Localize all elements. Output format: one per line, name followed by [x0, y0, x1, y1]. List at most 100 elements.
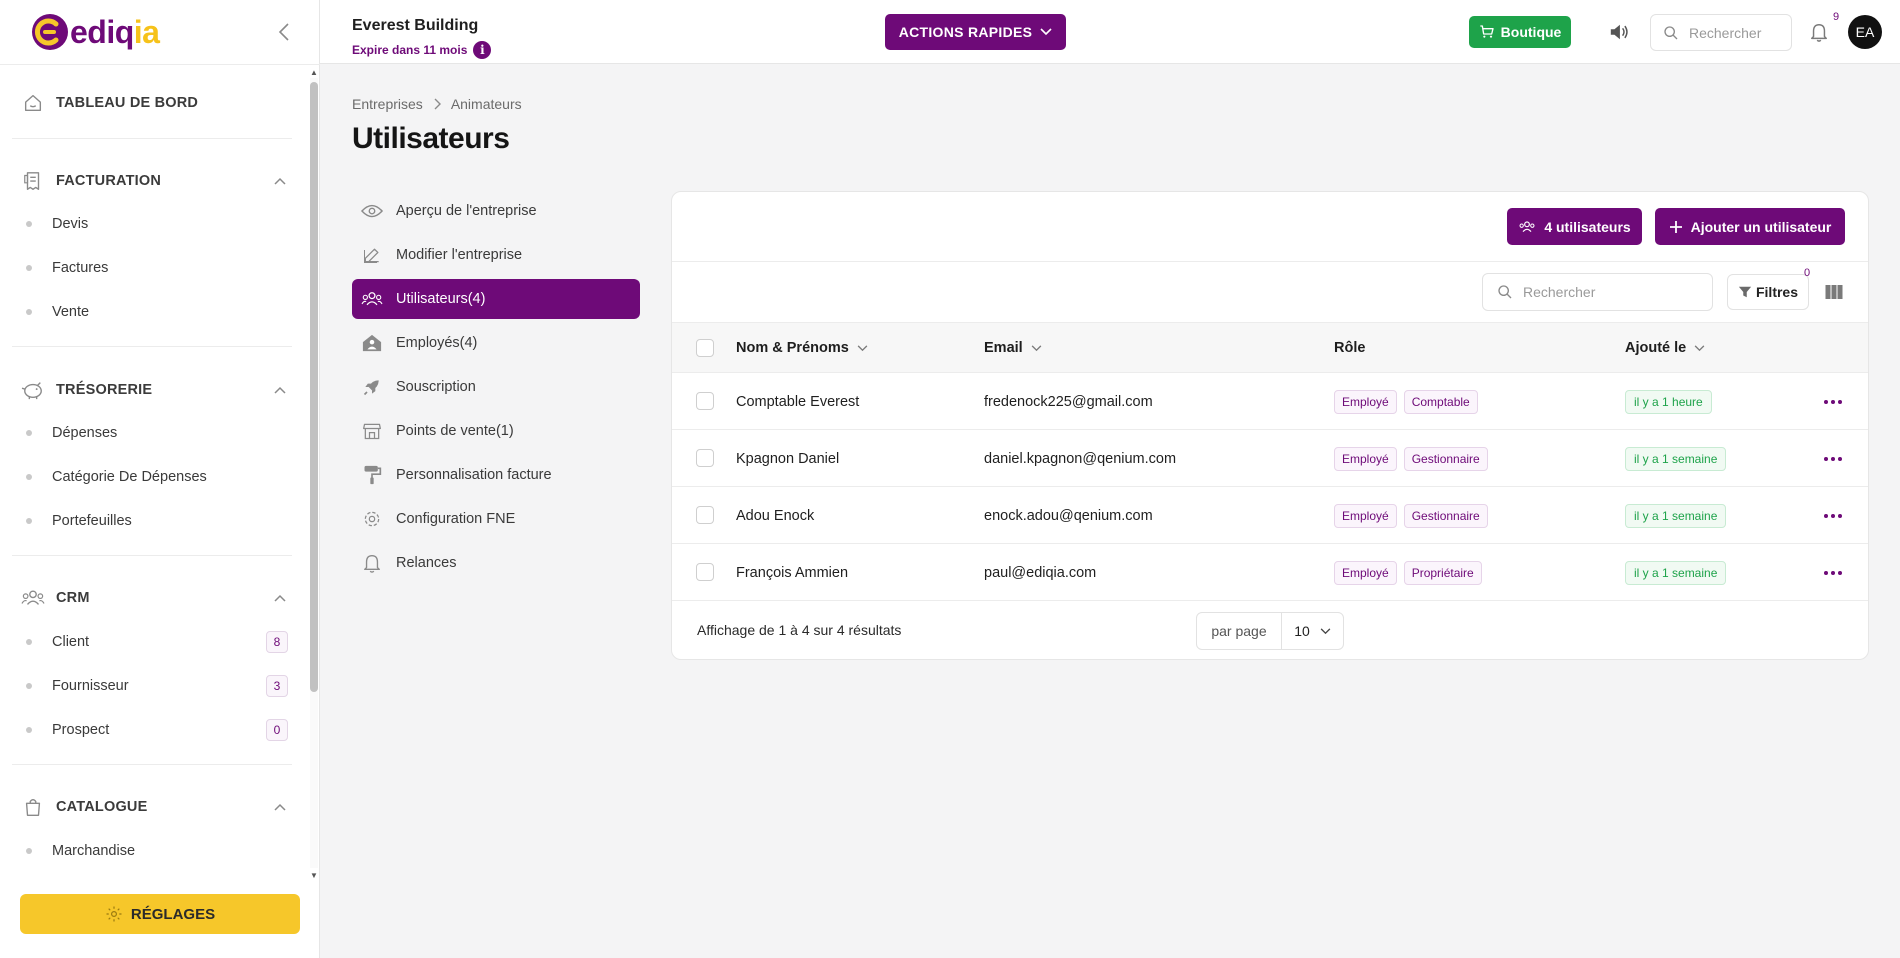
chevron-up-icon[interactable]: [270, 171, 290, 191]
count-badge: 3: [266, 675, 288, 697]
per-page-value: 10: [1294, 623, 1310, 639]
scroll-up-arrow-icon[interactable]: ▲: [308, 66, 320, 78]
edit-icon: [360, 243, 384, 267]
table-row[interactable]: Kpagnon Daniel daniel.kpagnon@qenium.com…: [672, 430, 1868, 487]
user-email: daniel.kpagnon@qenium.com: [984, 450, 1177, 467]
sidebar-item-categorie-depenses[interactable]: Catégorie De Dépenses: [26, 459, 288, 495]
quick-actions-button[interactable]: ACTIONS RAPIDES: [885, 14, 1066, 50]
submenu-apercu[interactable]: Aperçu de l'entreprise: [352, 191, 640, 231]
ediqia-logo[interactable]: ediqia: [30, 10, 160, 54]
sidebar-section-crm[interactable]: CRM: [20, 576, 290, 620]
settings-button[interactable]: RÉGLAGES: [20, 894, 300, 934]
bullet-dot: [26, 727, 32, 733]
info-icon[interactable]: i: [473, 41, 492, 59]
sidebar-item-prospect[interactable]: Prospect 0: [26, 712, 288, 748]
select-all-checkbox[interactable]: [696, 339, 714, 357]
table-search-field[interactable]: [1482, 273, 1713, 311]
top-header: Everest Building Expire dans 11 mois i A…: [320, 0, 1900, 64]
sound-toggle-icon[interactable]: [1607, 20, 1631, 44]
submenu-employes[interactable]: Employés(4): [352, 323, 640, 363]
row-checkbox[interactable]: [696, 506, 714, 524]
row-actions-menu-icon[interactable]: [1822, 393, 1844, 411]
scroll-thumb[interactable]: [310, 82, 318, 692]
users-card: 4 utilisateurs Ajouter un utilisateur Fi…: [671, 191, 1869, 660]
table-search-input[interactable]: [1523, 284, 1703, 300]
user-email: paul@ediqia.com: [984, 564, 1097, 581]
submenu-relances[interactable]: Relances: [352, 543, 640, 583]
submenu-personnalisation[interactable]: Personnalisation facture: [352, 455, 640, 495]
row-checkbox[interactable]: [696, 392, 714, 410]
notifications-bell-icon[interactable]: [1807, 20, 1831, 44]
table-row[interactable]: Comptable Everest fredenock225@gmail.com…: [672, 373, 1868, 430]
per-page-select[interactable]: 10: [1282, 613, 1343, 649]
submenu-modifier[interactable]: Modifier l'entreprise: [352, 235, 640, 275]
row-actions-menu-icon[interactable]: [1822, 507, 1844, 525]
columns-toggle-icon[interactable]: [1824, 282, 1844, 302]
sidebar-section-label: FACTURATION: [56, 173, 162, 189]
submenu-souscription[interactable]: Souscription: [352, 367, 640, 407]
sidebar-item-marchandise[interactable]: Marchandise: [26, 833, 288, 869]
add-user-button[interactable]: Ajouter un utilisateur: [1655, 208, 1845, 245]
cart-icon: [1480, 25, 1494, 38]
row-checkbox[interactable]: [696, 449, 714, 467]
header-search-input[interactable]: [1689, 24, 1789, 41]
user-added: il y a 1 semaine: [1625, 487, 1727, 544]
table-header: Nom & Prénoms Email Rôle Ajouté le: [672, 323, 1868, 373]
row-checkbox[interactable]: [696, 563, 714, 581]
sidebar-item-fournisseur[interactable]: Fournisseur 3: [26, 668, 288, 704]
table-row[interactable]: Adou Enock enock.adou@qenium.com Employé…: [672, 487, 1868, 544]
filters-button[interactable]: Filtres: [1727, 274, 1809, 310]
chevron-up-icon[interactable]: [270, 380, 290, 400]
breadcrumb: Entreprises Animateurs: [352, 96, 522, 112]
users-count-button[interactable]: 4 utilisateurs: [1507, 208, 1642, 245]
sidebar-section-facturation[interactable]: FACTURATION: [20, 159, 290, 203]
rocket-icon: [360, 375, 384, 399]
chevron-up-icon[interactable]: [270, 797, 290, 817]
sidebar-item-client[interactable]: Client 8: [26, 624, 288, 660]
sidebar-section-tresorerie[interactable]: TRÉSORERIE: [20, 368, 290, 412]
sidebar-item-vente[interactable]: Vente: [26, 294, 288, 330]
role-badge: Employé: [1334, 446, 1397, 471]
submenu-points-de-vente[interactable]: Points de vente(1): [352, 411, 640, 451]
scroll-down-arrow-icon[interactable]: ▼: [308, 869, 320, 881]
sidebar-item-depenses[interactable]: Dépenses: [26, 415, 288, 451]
column-label: Ajouté le: [1625, 340, 1687, 356]
submenu-configuration-fne[interactable]: Configuration FNE: [352, 499, 640, 539]
boutique-label: Boutique: [1500, 24, 1562, 40]
submenu-label: Employés(4): [396, 335, 478, 351]
sidebar-item-label: TABLEAU DE BORD: [56, 95, 199, 111]
bullet-dot: [26, 474, 32, 480]
sidebar-item-dashboard[interactable]: TABLEAU DE BORD: [20, 81, 290, 125]
results-summary: Affichage de 1 à 4 sur 4 résultats: [697, 622, 902, 638]
sidebar-scrollbar[interactable]: ▲ ▼: [308, 66, 320, 881]
column-header-email[interactable]: Email: [984, 323, 1042, 373]
logo-wordmark: ediqia: [70, 13, 160, 50]
collapse-sidebar-button[interactable]: [272, 18, 296, 46]
employee-house-icon: [360, 331, 384, 355]
user-added: il y a 1 heure: [1625, 373, 1712, 430]
sidebar-section-label: CATALOGUE: [56, 799, 148, 815]
sidebar-section-catalogue[interactable]: CATALOGUE: [20, 785, 290, 829]
user-email: fredenock225@gmail.com: [984, 393, 1153, 410]
bell-icon: [360, 551, 384, 575]
sidebar-item-factures[interactable]: Factures: [26, 250, 288, 286]
breadcrumb-animateurs[interactable]: Animateurs: [451, 96, 522, 112]
breadcrumb-entreprises[interactable]: Entreprises: [352, 96, 423, 112]
submenu-label: Personnalisation facture: [396, 467, 552, 483]
role-badge: Employé: [1334, 503, 1397, 528]
header-search-field[interactable]: [1650, 14, 1792, 51]
user-name: Adou Enock: [736, 507, 815, 524]
sidebar-item-portefeuilles[interactable]: Portefeuilles: [26, 503, 288, 539]
sidebar-item-devis[interactable]: Devis: [26, 206, 288, 242]
user-avatar[interactable]: EA: [1848, 15, 1882, 49]
boutique-button[interactable]: Boutique: [1469, 16, 1571, 48]
sidebar-divider: [12, 764, 292, 765]
table-row[interactable]: François Ammien paul@ediqia.com Employé …: [672, 544, 1868, 601]
submenu-utilisateurs[interactable]: Utilisateurs(4): [352, 279, 640, 319]
chevron-up-icon[interactable]: [270, 588, 290, 608]
column-header-added[interactable]: Ajouté le: [1625, 323, 1705, 373]
sidebar: ediqia TABLEAU DE BORD FACTURATION Devis…: [0, 0, 320, 958]
column-header-name[interactable]: Nom & Prénoms: [736, 323, 868, 373]
row-actions-menu-icon[interactable]: [1822, 450, 1844, 468]
row-actions-menu-icon[interactable]: [1822, 564, 1844, 582]
